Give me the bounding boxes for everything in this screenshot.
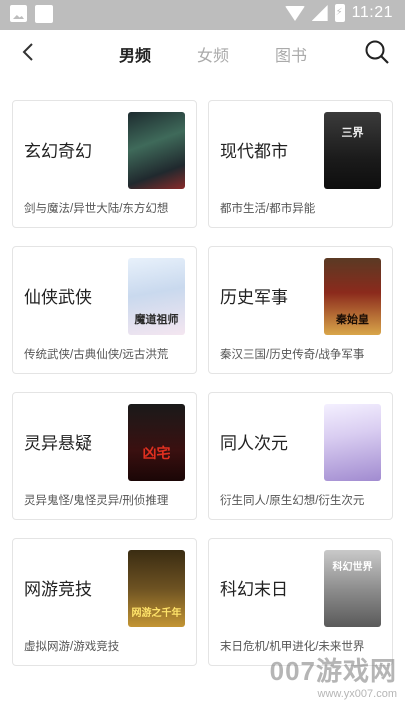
category-card-urban[interactable]: 现代都市 三界 都市生活/都市异能 bbox=[208, 100, 393, 228]
book-cover: 秦始皇 bbox=[324, 258, 381, 335]
tab-female[interactable]: 女频 bbox=[174, 42, 252, 66]
back-button[interactable] bbox=[14, 37, 44, 67]
book-cover: 科幻世界 bbox=[324, 550, 381, 627]
category-subtitle: 剑与魔法/异世大陆/东方幻想 bbox=[24, 203, 169, 215]
category-card-gaming[interactable]: 网游竞技 网游之千年 虚拟网游/游戏竞技 bbox=[12, 538, 197, 666]
tab-male[interactable]: 男频 bbox=[96, 42, 174, 66]
watermark-url: www.yx007.com bbox=[317, 688, 397, 700]
battery-charging-icon bbox=[334, 4, 345, 22]
chevron-left-icon bbox=[22, 43, 33, 61]
gender-tabs: 男频 女频 图书 bbox=[96, 42, 330, 66]
category-subtitle: 虚拟网游/游戏竞技 bbox=[24, 641, 120, 653]
image-notification-icon bbox=[10, 5, 27, 22]
category-card-history[interactable]: 历史军事 秦始皇 秦汉三国/历史传奇/战争军事 bbox=[208, 246, 393, 374]
category-title: 科幻末日 bbox=[220, 580, 288, 599]
category-card-mystery[interactable]: 灵异悬疑 凶宅 灵异鬼怪/鬼怪灵异/刑侦推理 bbox=[12, 392, 197, 520]
category-subtitle: 秦汉三国/历史传奇/战争军事 bbox=[220, 349, 365, 361]
category-title: 网游竞技 bbox=[24, 580, 92, 599]
category-title: 玄幻奇幻 bbox=[24, 142, 92, 161]
tab-books[interactable]: 图书 bbox=[252, 42, 330, 66]
book-cover bbox=[128, 112, 185, 189]
category-subtitle: 衍生同人/原生幻想/衍生次元 bbox=[220, 495, 365, 507]
category-title: 历史军事 bbox=[220, 288, 288, 307]
wifi-icon bbox=[284, 5, 305, 21]
category-title: 仙侠武侠 bbox=[24, 288, 92, 307]
watermark-title: 007游戏网 bbox=[269, 656, 397, 686]
book-cover: 魔道祖师 bbox=[128, 258, 185, 335]
category-title: 灵异悬疑 bbox=[24, 434, 92, 453]
square-notification-icon bbox=[35, 5, 53, 23]
category-subtitle: 传统武侠/古典仙侠/远古洪荒 bbox=[24, 349, 169, 361]
category-grid: 玄幻奇幻 剑与魔法/异世大陆/东方幻想 现代都市 三界 都市生活/都市异能 仙侠… bbox=[12, 100, 393, 666]
search-button[interactable] bbox=[363, 38, 391, 66]
category-subtitle: 都市生活/都市异能 bbox=[220, 203, 316, 215]
book-cover bbox=[324, 404, 381, 481]
book-cover: 凶宅 bbox=[128, 404, 185, 481]
top-nav: 男频 女频 图书 bbox=[0, 30, 405, 74]
status-time: 11:21 bbox=[351, 4, 393, 21]
category-card-fantasy[interactable]: 玄幻奇幻 剑与魔法/异世大陆/东方幻想 bbox=[12, 100, 197, 228]
signal-icon bbox=[311, 5, 328, 21]
category-card-scifi[interactable]: 科幻末日 科幻世界 末日危机/机甲进化/未来世界 bbox=[208, 538, 393, 666]
category-card-xianxia[interactable]: 仙侠武侠 魔道祖师 传统武侠/古典仙侠/远古洪荒 bbox=[12, 246, 197, 374]
category-card-fanfic[interactable]: 同人次元 衍生同人/原生幻想/衍生次元 bbox=[208, 392, 393, 520]
watermark: 007游戏网 www.yx007.com bbox=[270, 651, 397, 700]
book-cover: 三界 bbox=[324, 112, 381, 189]
category-title: 现代都市 bbox=[220, 142, 288, 161]
category-subtitle: 灵异鬼怪/鬼怪灵异/刑侦推理 bbox=[24, 495, 169, 507]
search-icon bbox=[365, 40, 389, 64]
status-bar: 11:21 bbox=[0, 0, 405, 30]
book-cover: 网游之千年 bbox=[128, 550, 185, 627]
category-title: 同人次元 bbox=[220, 434, 288, 453]
